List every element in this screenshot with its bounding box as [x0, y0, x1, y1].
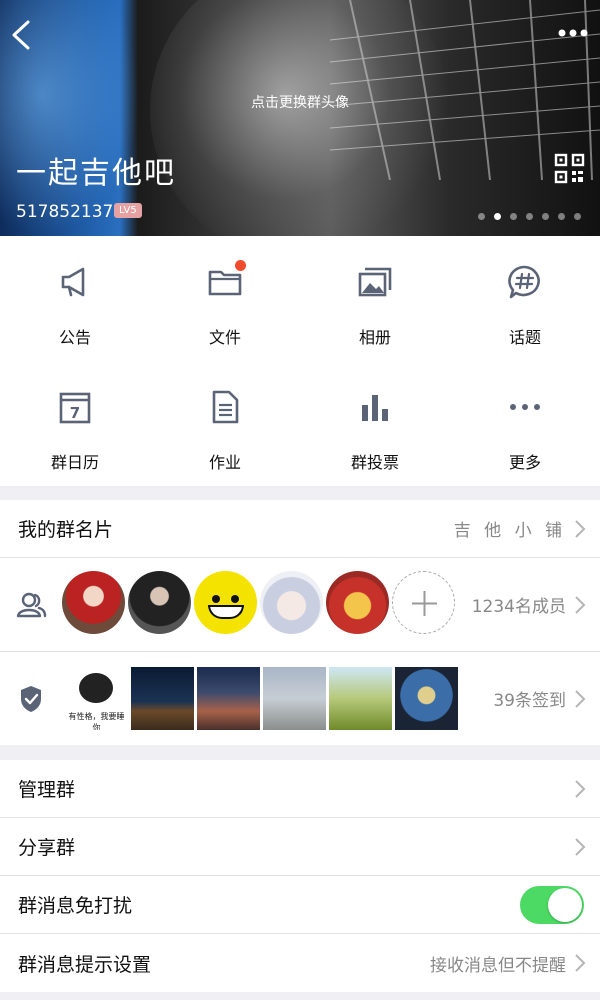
grid-item-topics[interactable]: 话题: [450, 236, 600, 361]
avatar-mouth: [208, 605, 244, 619]
grid-item-album[interactable]: 相册: [300, 236, 450, 361]
pager-dot: [526, 213, 533, 220]
avatar-eye: [231, 595, 239, 603]
avatar[interactable]: [326, 571, 389, 634]
grid-item-label: 文件: [208, 328, 241, 347]
notify-settings-row[interactable]: 群消息提示设置 接收消息但不提醒: [0, 934, 600, 992]
member-avatars: [62, 571, 455, 634]
checkin-thumbnails: 有性格，我要睡你: [65, 667, 458, 730]
pager-dot: [542, 213, 549, 220]
checkin-thumbnail[interactable]: [131, 667, 194, 730]
mute-row: 群消息免打扰: [0, 876, 600, 934]
avatar[interactable]: [194, 571, 257, 634]
toggle-knob: [548, 887, 582, 922]
group-id: 517852137: [16, 202, 114, 222]
notify-settings-label: 群消息提示设置: [18, 953, 152, 976]
pager-dot: [558, 213, 565, 220]
avatar[interactable]: [128, 571, 191, 634]
grid-item-label: 群日历: [50, 453, 99, 472]
manage-group-row[interactable]: 管理群: [0, 760, 600, 818]
grid-item-files[interactable]: 文件: [150, 236, 300, 361]
manage-group-label: 管理群: [18, 779, 76, 801]
grid-item-label: 作业: [208, 453, 241, 472]
checkin-thumbnail[interactable]: [395, 667, 458, 730]
checkin-thumbnail[interactable]: 有性格，我要睡你: [65, 667, 128, 730]
mute-label: 群消息免打扰: [18, 895, 133, 917]
chevron-right-icon: [575, 779, 586, 798]
level-badge: LV5: [114, 203, 142, 218]
members-row[interactable]: 1234名成员: [0, 558, 600, 652]
new-file-badge: [235, 260, 246, 271]
megaphone-icon: [61, 267, 85, 297]
mute-toggle[interactable]: [520, 885, 584, 924]
my-group-card-value: 吉 他 小 铺: [453, 521, 566, 541]
chevron-right-icon: [575, 519, 586, 538]
checkin-shield-icon: [21, 686, 41, 712]
grid-item-label: 公告: [58, 328, 91, 347]
checkin-count: 39条签到: [493, 691, 566, 711]
pager-dot-active: [494, 213, 501, 220]
grid-item-homework[interactable]: 作业: [150, 361, 300, 486]
share-group-row[interactable]: 分享群: [0, 818, 600, 876]
avatar-eye: [212, 595, 220, 603]
folder-icon-wrap: [207, 260, 246, 300]
thumbnail-caption: 有性格，我要睡你: [68, 712, 125, 730]
chevron-right-icon: [575, 837, 586, 856]
pager-dot: [510, 213, 517, 220]
my-group-card-row[interactable]: 我的群名片 吉 他 小 铺: [0, 500, 600, 558]
more-dots-icon: [510, 404, 540, 410]
banner-pager: [478, 213, 581, 220]
grid-item-label: 群投票: [350, 453, 399, 472]
avatar[interactable]: [260, 571, 323, 634]
member-count: 1234名成员: [471, 597, 566, 617]
grid-item-announcement[interactable]: 公告: [0, 236, 150, 361]
group-info-section: 我的群名片 吉 他 小 铺 1234名成员 有性格，我要睡你 39条签到: [0, 500, 600, 745]
more-options-icon[interactable]: [556, 22, 590, 44]
grid-item-label: 相册: [358, 328, 391, 347]
chevron-right-icon: [575, 954, 586, 972]
change-avatar-hint[interactable]: 点击更换群头像: [0, 92, 600, 112]
thumbnail-face: [79, 673, 113, 703]
checkin-row[interactable]: 有性格，我要睡你 39条签到: [0, 652, 600, 745]
avatar[interactable]: [62, 571, 125, 634]
group-name: 一起吉他吧: [16, 156, 176, 191]
add-member-button[interactable]: [392, 571, 455, 634]
calendar-day: 7: [70, 404, 80, 422]
checkin-thumbnail[interactable]: [329, 667, 392, 730]
document-icon: [212, 390, 239, 424]
grid-item-more[interactable]: 更多: [450, 361, 600, 486]
feature-grid: 公告 文件 相册 话题 7 群日历 作业 群投票 更多: [0, 236, 600, 486]
hashtag-bubble-icon: [508, 265, 540, 299]
grid-item-label: 话题: [508, 328, 541, 347]
album-icon: [358, 267, 392, 297]
bar-chart-icon: [362, 395, 388, 421]
notify-settings-value: 接收消息但不提醒: [430, 955, 566, 976]
qr-code-icon[interactable]: [554, 153, 585, 184]
group-header-banner[interactable]: 点击更换群头像 一起吉他吧 517852137 LV5: [0, 0, 600, 236]
members-icon: [16, 592, 47, 618]
grid-item-label: 更多: [508, 453, 541, 472]
pager-dot: [574, 213, 581, 220]
grid-item-vote[interactable]: 群投票: [300, 361, 450, 486]
my-group-card-label: 我的群名片: [18, 519, 114, 541]
share-group-label: 分享群: [18, 837, 76, 859]
settings-section: 管理群 分享群 群消息免打扰 群消息提示设置 接收消息但不提醒: [0, 760, 600, 992]
grid-item-calendar[interactable]: 7 群日历: [0, 361, 150, 486]
chevron-right-icon: [575, 689, 586, 708]
calendar-icon: 7: [59, 392, 91, 424]
chevron-right-icon: [575, 595, 586, 614]
checkin-thumbnail[interactable]: [197, 667, 260, 730]
pager-dot: [478, 213, 485, 220]
back-arrow-icon[interactable]: [8, 18, 38, 52]
checkin-thumbnail[interactable]: [263, 667, 326, 730]
plus-icon: [412, 591, 437, 616]
